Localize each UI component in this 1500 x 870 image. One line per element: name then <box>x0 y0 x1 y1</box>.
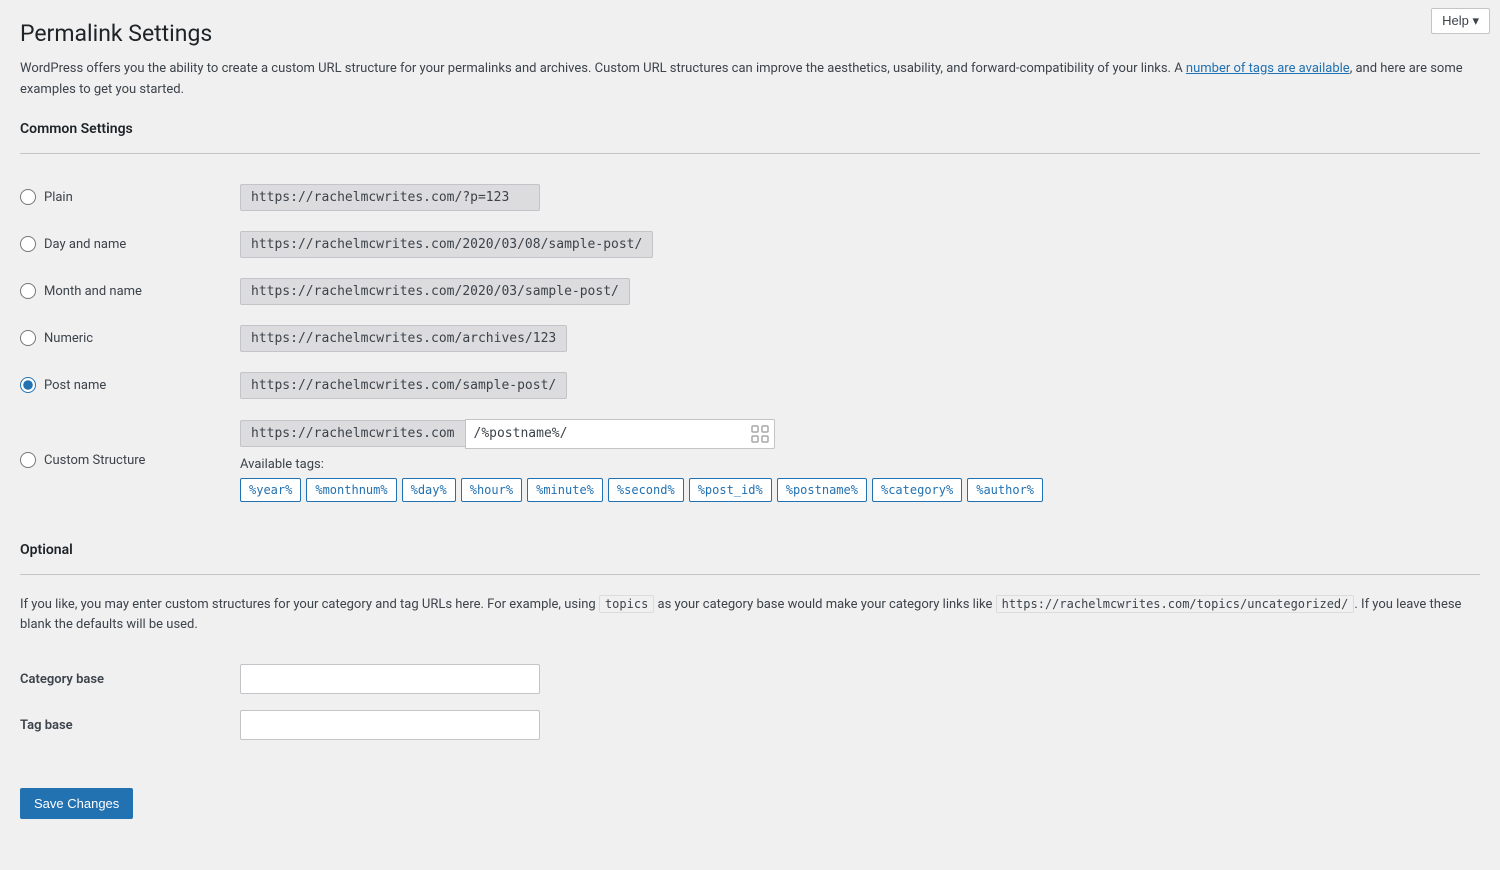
optional-divider <box>20 574 1480 575</box>
optional-description: If you like, you may enter custom struct… <box>20 595 1480 637</box>
optional-row-category_base: Category base <box>20 656 1480 702</box>
custom-structure-label[interactable]: Custom Structure <box>20 452 220 468</box>
option-label-text-numeric: Numeric <box>44 331 93 346</box>
option-label-day_and_name[interactable]: Day and name <box>20 236 220 252</box>
intro-paragraph: WordPress offers you the ability to crea… <box>20 59 1480 101</box>
custom-structure-input-wrap: https://rachelmcwrites.com <box>240 419 1480 449</box>
tag-button-day[interactable]: %day% <box>402 478 456 502</box>
option-label-plain[interactable]: Plain <box>20 189 220 205</box>
url-display-month_and_name: https://rachelmcwrites.com/2020/03/sampl… <box>240 278 630 305</box>
tag_base-input[interactable] <box>240 710 540 740</box>
option-label-text-day_and_name: Day and name <box>44 237 126 252</box>
url-display-post_name: https://rachelmcwrites.com/sample-post/ <box>240 372 567 399</box>
optional-section: Optional If you like, you may enter cust… <box>20 542 1480 749</box>
custom-structure-radio[interactable] <box>20 452 36 468</box>
radio-plain[interactable] <box>20 189 36 205</box>
option-label-text-post_name: Post name <box>44 378 106 393</box>
option-label-text-plain: Plain <box>44 190 73 205</box>
category_base-input[interactable] <box>240 664 540 694</box>
tags-row: %year%%monthnum%%day%%hour%%minute%%seco… <box>240 478 1480 502</box>
custom-structure-row: Custom Structure https://rachelmcwrites.… <box>20 409 1480 512</box>
option-row-day_and_name: Day and name https://rachelmcwrites.com/… <box>20 221 1480 268</box>
custom-structure-field-wrap <box>465 419 775 449</box>
tag-button-monthnum[interactable]: %monthnum% <box>306 478 396 502</box>
tag-button-second[interactable]: %second% <box>608 478 684 502</box>
url-display-plain: https://rachelmcwrites.com/?p=123 <box>240 184 540 211</box>
radio-month_and_name[interactable] <box>20 283 36 299</box>
grid-icon[interactable] <box>751 425 769 443</box>
url-display-day_and_name: https://rachelmcwrites.com/2020/03/08/sa… <box>240 231 653 258</box>
tag-button-minute[interactable]: %minute% <box>527 478 603 502</box>
radio-day_and_name[interactable] <box>20 236 36 252</box>
option-row-numeric: Numeric https://rachelmcwrites.com/archi… <box>20 315 1480 362</box>
option-label-numeric[interactable]: Numeric <box>20 330 220 346</box>
tag-button-category[interactable]: %category% <box>872 478 962 502</box>
intro-text-before: WordPress offers you the ability to crea… <box>20 61 1186 76</box>
option-row-post_name: Post name https://rachelmcwrites.com/sam… <box>20 362 1480 409</box>
optional-field-label-tag_base: Tag base <box>20 702 240 748</box>
tag-button-post_id[interactable]: %post_id% <box>689 478 772 502</box>
optional-row-tag_base: Tag base <box>20 702 1480 748</box>
optional-desc-before: If you like, you may enter custom struct… <box>20 597 599 612</box>
save-changes-button[interactable]: Save Changes <box>20 788 133 819</box>
optional-title: Optional <box>20 542 1480 558</box>
common-settings-table: Plain https://rachelmcwrites.com/?p=123 … <box>20 174 1480 512</box>
tag-button-year[interactable]: %year% <box>240 478 301 502</box>
optional-desc-middle: as your category base would make your ca… <box>654 597 995 612</box>
option-row-plain: Plain https://rachelmcwrites.com/?p=123 <box>20 174 1480 221</box>
topics-code: topics <box>599 595 654 613</box>
option-row-month_and_name: Month and name https://rachelmcwrites.co… <box>20 268 1480 315</box>
custom-structure-label-text: Custom Structure <box>44 453 145 468</box>
common-settings-title: Common Settings <box>20 121 1480 137</box>
option-label-text-month_and_name: Month and name <box>44 284 142 299</box>
page-title: Permalink Settings <box>20 20 1480 47</box>
example-url-code: https://rachelmcwrites.com/topics/uncate… <box>996 595 1355 613</box>
section-divider <box>20 153 1480 154</box>
tags-available-link[interactable]: number of tags are available <box>1186 61 1350 76</box>
radio-numeric[interactable] <box>20 330 36 346</box>
available-tags-label: Available tags: <box>240 457 1480 472</box>
tag-button-hour[interactable]: %hour% <box>461 478 522 502</box>
optional-field-label-category_base: Category base <box>20 656 240 702</box>
custom-structure-input[interactable] <box>465 419 775 449</box>
custom-structure-base-url: https://rachelmcwrites.com <box>240 420 465 447</box>
help-button[interactable]: Help ▾ <box>1431 8 1490 34</box>
option-label-post_name[interactable]: Post name <box>20 377 220 393</box>
optional-table: Category base Tag base <box>20 656 1480 748</box>
option-label-month_and_name[interactable]: Month and name <box>20 283 220 299</box>
url-display-numeric: https://rachelmcwrites.com/archives/123 <box>240 325 567 352</box>
tag-button-postname[interactable]: %postname% <box>777 478 867 502</box>
radio-post_name[interactable] <box>20 377 36 393</box>
tag-button-author[interactable]: %author% <box>967 478 1043 502</box>
